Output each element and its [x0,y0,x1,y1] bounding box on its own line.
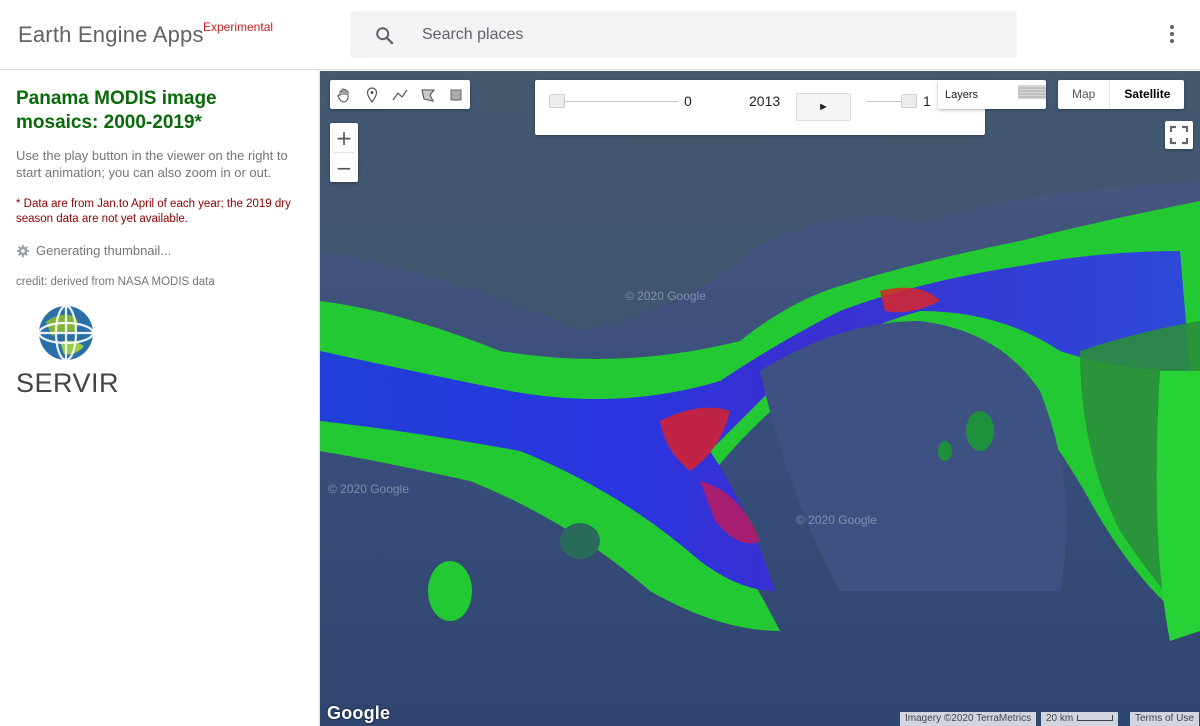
status-text: Generating thumbnail... [36,243,172,258]
opacity-value: 0 [684,93,692,109]
polyline-icon[interactable] [386,80,414,109]
scale-label: 20 km [1046,713,1074,724]
play-button[interactable]: ► [796,93,851,121]
drawing-tools [330,80,470,109]
layers-label: Layers [945,89,979,101]
search-input[interactable] [422,20,982,50]
servir-logo-text: SERVIR [16,368,120,398]
pan-hand-icon[interactable] [330,80,358,109]
panel-description: Use the play button in the viewer on the… [16,148,288,180]
globe-icon [37,304,95,362]
app-title[interactable]: Earth Engine Apps [18,22,204,48]
fullscreen-button[interactable] [1165,121,1193,149]
opacity-slider-thumb[interactable] [549,94,565,108]
zoom-in-button[interactable]: + [330,123,358,152]
map-type-map-button[interactable]: Map [1058,80,1109,109]
scale-bar[interactable]: 20 km [1041,712,1119,726]
zoom-control: + − [330,123,358,182]
speed-slider-thumb[interactable] [901,94,917,108]
map-type-satellite-button[interactable]: Satellite [1109,80,1184,109]
app-header: Earth Engine Apps Experimental [0,0,1200,70]
polygon-icon[interactable] [414,80,442,109]
map-watermark: © 2020 Google [328,482,409,496]
scale-line [1077,715,1114,722]
layers-icon [1018,85,1046,99]
animation-panel: 0 2013 ► 1 [535,80,985,135]
gear-icon [16,244,30,257]
map-type-control: Map Satellite [1058,80,1185,109]
more-vert-icon[interactable] [1160,22,1184,48]
google-logo: Google [327,703,391,723]
satellite-imagery[interactable] [320,71,1200,726]
rectangle-icon[interactable] [442,80,470,109]
year-label: 2013 [749,93,781,109]
search-icon[interactable] [374,25,396,47]
opacity-slider-track[interactable] [557,101,678,102]
zoom-out-button[interactable]: − [330,153,358,182]
terms-link[interactable]: Terms of Use [1130,712,1199,726]
servir-logo: SERVIR [16,302,120,398]
side-panel: Panama MODIS image mosaics: 2000-2019* U… [0,71,320,726]
panel-title: Panama MODIS image mosaics: 2000-2019* [16,88,217,133]
data-note: * Data are from Jan.to April of each yea… [16,198,291,225]
fullscreen-icon [1169,125,1189,145]
search-bar[interactable] [350,11,1017,58]
map-watermark: © 2020 Google [796,513,877,527]
thumbnail-status: Generating thumbnail... [16,243,303,258]
map-viewer[interactable]: © 2020 Google © 2020 Google © 2020 Googl… [320,71,1200,726]
speed-slider-track[interactable] [867,101,905,102]
imagery-credit: Imagery ©2020 TerraMetrics [900,712,1037,726]
layers-dropdown[interactable]: Layers [938,80,1046,109]
map-watermark: © 2020 Google [625,289,706,303]
speed-value: 1 [923,93,931,109]
credit-text: credit: derived from NASA MODIS data [16,276,215,288]
experimental-tag: Experimental [203,20,274,34]
marker-icon[interactable] [358,80,386,109]
